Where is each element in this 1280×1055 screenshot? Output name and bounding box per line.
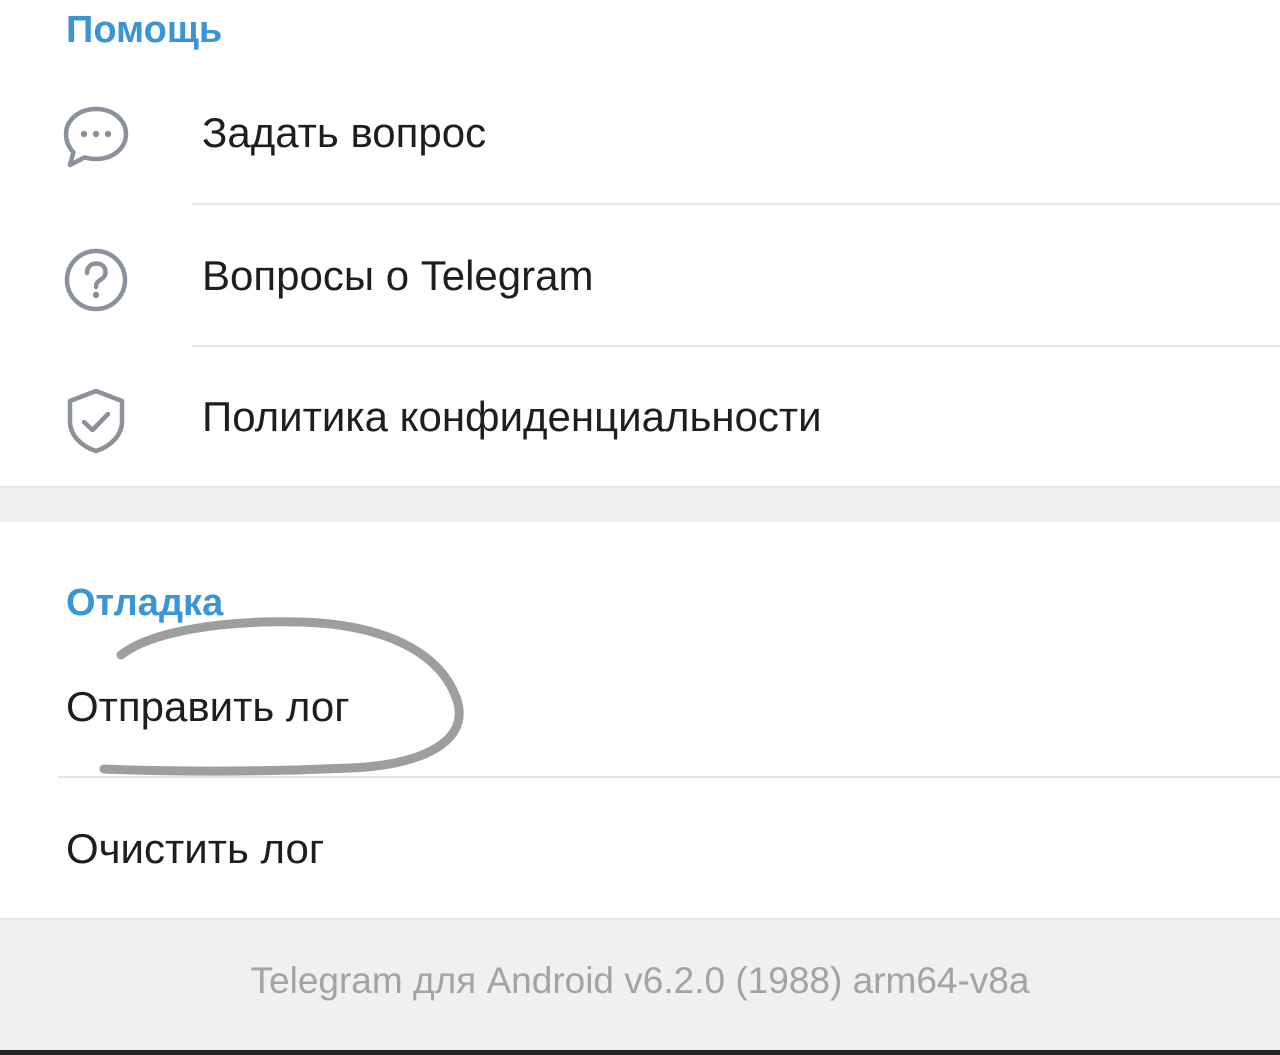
ask-question-label: Задать вопрос — [202, 109, 487, 156]
app-version-text: Telegram для Android v6.2.0 (1988) arm64… — [250, 960, 1030, 1001]
clear-log-label: Очистить лог — [66, 825, 325, 872]
question-circle-icon — [62, 246, 130, 314]
debug-section-header: Отладка — [66, 582, 224, 624]
bottom-edge — [0, 1050, 1280, 1055]
privacy-policy-label: Политика конфиденциальности — [202, 393, 822, 440]
chat-bubble-icon — [62, 103, 130, 171]
telegram-faq-item[interactable]: Вопросы о Telegram — [0, 205, 1280, 347]
send-log-label: Отправить лог — [66, 683, 350, 730]
clear-log-item[interactable]: Очистить лог — [0, 778, 1280, 920]
help-section-header: Помощь — [66, 9, 223, 51]
shield-check-icon — [62, 387, 130, 455]
ask-question-item[interactable]: Задать вопрос — [0, 62, 1280, 204]
send-log-item[interactable]: Отправить лог — [0, 636, 1280, 778]
privacy-policy-item[interactable]: Политика конфиденциальности — [0, 346, 1280, 488]
debug-section: Отладка Отправить лог Очистить лог — [0, 522, 1280, 920]
help-section: Помощь Задать вопрос Вопросы о Telegram — [0, 0, 1280, 488]
telegram-faq-label: Вопросы о Telegram — [202, 252, 594, 299]
